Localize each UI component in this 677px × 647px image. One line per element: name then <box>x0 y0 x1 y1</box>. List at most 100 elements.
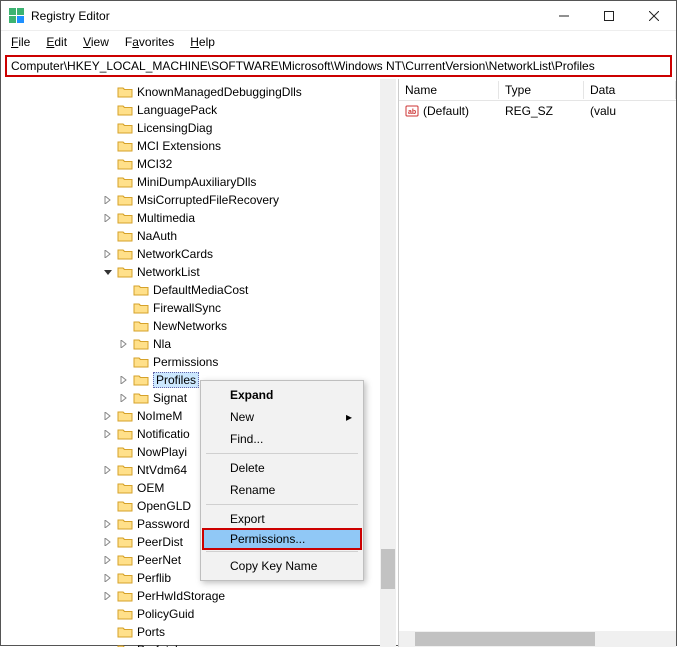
maximize-icon <box>604 11 614 21</box>
context-copy-key-name[interactable]: Copy Key Name <box>204 555 360 577</box>
chevron-right-icon[interactable] <box>101 193 115 207</box>
chevron-right-icon[interactable] <box>101 247 115 261</box>
folder-icon <box>117 625 133 639</box>
chevron-right-icon <box>101 643 115 647</box>
chevron-right-icon <box>101 85 115 99</box>
tree-label: MCI Extensions <box>137 139 221 153</box>
chevron-right-icon[interactable] <box>117 373 131 387</box>
tree-node[interactable]: NetworkList <box>1 263 398 281</box>
tree-node[interactable]: MiniDumpAuxiliaryDlls <box>1 173 398 191</box>
chevron-right-icon[interactable] <box>101 427 115 441</box>
folder-icon <box>133 337 149 351</box>
menu-view[interactable]: View <box>77 33 115 51</box>
close-button[interactable] <box>631 1 676 30</box>
chevron-right-icon[interactable] <box>117 337 131 351</box>
folder-icon <box>117 139 133 153</box>
chevron-down-icon[interactable] <box>101 265 115 279</box>
tree-label: Prefetcher <box>137 643 192 647</box>
chevron-right-icon[interactable] <box>117 391 131 405</box>
chevron-right-icon[interactable] <box>101 463 115 477</box>
scrollbar-thumb[interactable] <box>415 632 595 646</box>
tree-label: MiniDumpAuxiliaryDlls <box>137 175 256 189</box>
tree-node[interactable]: Prefetcher <box>1 641 398 647</box>
tree-node[interactable]: Nla <box>1 335 398 353</box>
folder-icon <box>117 103 133 117</box>
folder-icon <box>117 193 133 207</box>
tree-label: MCI32 <box>137 157 172 171</box>
tree-label: NtVdm64 <box>137 463 187 477</box>
maximize-button[interactable] <box>586 1 631 30</box>
chevron-right-icon[interactable] <box>101 211 115 225</box>
context-expand[interactable]: Expand <box>204 384 360 406</box>
minimize-button[interactable] <box>541 1 586 30</box>
value-name: (Default) <box>423 104 469 118</box>
context-delete[interactable]: Delete <box>204 457 360 479</box>
string-value-icon: ab <box>405 104 419 118</box>
context-export[interactable]: Export <box>204 508 360 530</box>
tree-node[interactable]: Ports <box>1 623 398 641</box>
vertical-scrollbar[interactable] <box>380 79 396 647</box>
tree-node[interactable]: MCI Extensions <box>1 137 398 155</box>
chevron-right-icon[interactable] <box>101 553 115 567</box>
tree-node[interactable]: LanguagePack <box>1 101 398 119</box>
tree-label: Notificatio <box>137 427 190 441</box>
chevron-right-icon <box>101 157 115 171</box>
list-pane[interactable]: Name Type Data ab (Default) REG_SZ (valu <box>399 79 676 647</box>
column-name[interactable]: Name <box>399 81 499 99</box>
tree-node[interactable]: PolicyGuid <box>1 605 398 623</box>
svg-text:ab: ab <box>408 109 416 116</box>
tree-label: Password <box>137 517 190 531</box>
folder-icon <box>117 535 133 549</box>
chevron-right-icon[interactable] <box>101 409 115 423</box>
chevron-right-icon[interactable] <box>101 571 115 585</box>
tree-node[interactable]: MsiCorruptedFileRecovery <box>1 191 398 209</box>
separator <box>206 551 358 552</box>
context-new[interactable]: New ▸ <box>204 406 360 428</box>
context-rename[interactable]: Rename <box>204 479 360 501</box>
menu-help[interactable]: Help <box>184 33 221 51</box>
chevron-right-icon[interactable] <box>101 589 115 603</box>
column-data[interactable]: Data <box>584 81 676 99</box>
tree-label: Ports <box>137 625 165 639</box>
tree-node[interactable]: NetworkCards <box>1 245 398 263</box>
chevron-right-icon <box>101 445 115 459</box>
tree-node[interactable]: NewNetworks <box>1 317 398 335</box>
close-icon <box>649 11 659 21</box>
address-bar[interactable]: Computer\HKEY_LOCAL_MACHINE\SOFTWARE\Mic… <box>5 55 672 77</box>
chevron-right-icon[interactable] <box>101 517 115 531</box>
tree-label: Perflib <box>137 571 171 585</box>
tree-node[interactable]: KnownManagedDebuggingDlls <box>1 83 398 101</box>
context-find[interactable]: Find... <box>204 428 360 450</box>
minimize-icon <box>559 11 569 21</box>
folder-icon <box>117 571 133 585</box>
tree-label: Nla <box>153 337 171 351</box>
tree-node[interactable]: Permissions <box>1 353 398 371</box>
folder-icon <box>117 157 133 171</box>
context-permissions[interactable]: Permissions... <box>202 528 362 550</box>
tree-label: OpenGLD <box>137 499 191 513</box>
tree-node[interactable]: MCI32 <box>1 155 398 173</box>
chevron-right-icon[interactable] <box>101 535 115 549</box>
tree-node[interactable]: NaAuth <box>1 227 398 245</box>
tree-node[interactable]: FirewallSync <box>1 299 398 317</box>
folder-icon <box>133 373 149 387</box>
chevron-right-icon <box>101 103 115 117</box>
tree-node[interactable]: Multimedia <box>1 209 398 227</box>
chevron-right-icon <box>117 283 131 297</box>
menu-favorites[interactable]: Favorites <box>119 33 180 51</box>
menu-edit[interactable]: Edit <box>40 33 73 51</box>
separator <box>206 453 358 454</box>
list-item[interactable]: ab (Default) REG_SZ (valu <box>399 101 676 121</box>
horizontal-scrollbar[interactable] <box>399 631 676 647</box>
scrollbar-thumb[interactable] <box>381 549 395 589</box>
chevron-right-icon: ▸ <box>346 410 352 424</box>
chevron-right-icon <box>101 139 115 153</box>
tree-node[interactable]: PerHwIdStorage <box>1 587 398 605</box>
tree-label: PerHwIdStorage <box>137 589 225 603</box>
folder-icon <box>133 283 149 297</box>
tree-node[interactable]: LicensingDiag <box>1 119 398 137</box>
column-type[interactable]: Type <box>499 81 584 99</box>
tree-label: Multimedia <box>137 211 195 225</box>
menu-file[interactable]: File <box>5 33 36 51</box>
tree-node[interactable]: DefaultMediaCost <box>1 281 398 299</box>
